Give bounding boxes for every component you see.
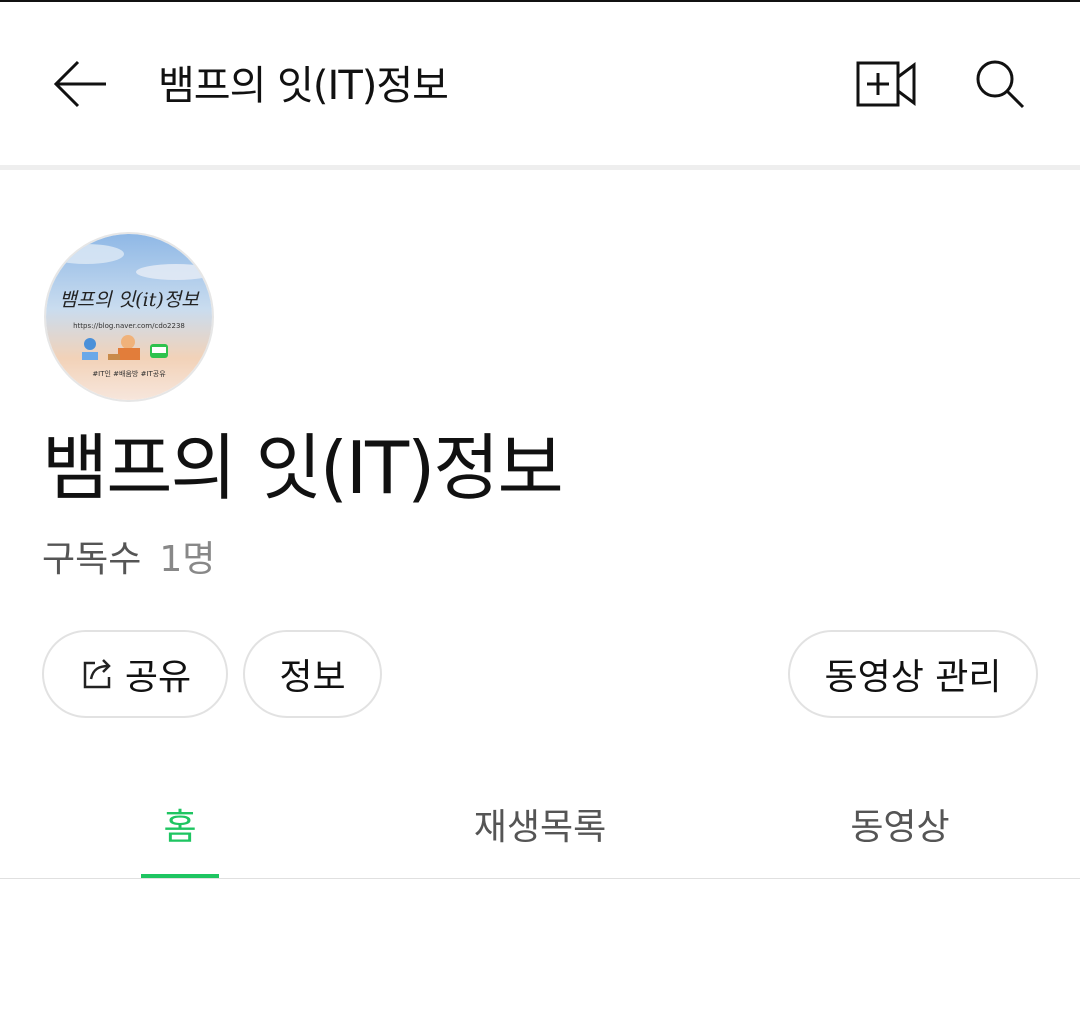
search-icon	[974, 58, 1026, 114]
search-button[interactable]	[968, 54, 1032, 118]
info-label: 정보	[279, 657, 346, 698]
header-divider	[0, 165, 1080, 170]
share-icon	[79, 655, 117, 693]
add-video-icon	[856, 59, 916, 113]
manage-videos-label: 동영상 관리	[824, 657, 1002, 698]
tabs-divider	[0, 878, 1080, 879]
tab-home[interactable]: 홈	[100, 770, 260, 878]
avatar-title-text: 뱀프의 잇(it)정보	[59, 289, 200, 311]
channel-tabs: 홈 재생목록 동영상	[0, 770, 1080, 878]
app-header: 뱀프의 잇(IT)정보	[0, 2, 1080, 165]
subscriber-info: 구독수 1명	[42, 534, 215, 586]
page-title: 뱀프의 잇(IT)정보	[158, 63, 449, 109]
info-button[interactable]: 정보	[243, 630, 382, 718]
tab-playlists[interactable]: 재생목록	[440, 770, 640, 878]
avatar-tags-text: #IT인 #배움방 #IT공유	[92, 369, 166, 378]
share-label: 공유	[124, 657, 192, 698]
channel-avatar[interactable]: 뱀프의 잇(it)정보 https://blog.naver.com/cdo22…	[44, 232, 214, 402]
add-video-button[interactable]	[854, 54, 918, 118]
back-button[interactable]	[48, 54, 112, 118]
avatar-url-text: https://blog.naver.com/cdo2238	[73, 322, 185, 330]
channel-name: 뱀프의 잇(IT)정보	[42, 426, 564, 510]
arrow-left-icon	[52, 56, 108, 116]
subscribers-count: 1명	[159, 539, 216, 580]
subscribers-label: 구독수	[42, 539, 142, 580]
manage-videos-button[interactable]: 동영상 관리	[788, 630, 1038, 718]
tab-videos[interactable]: 동영상	[820, 770, 980, 878]
share-button[interactable]: 공유	[42, 630, 228, 718]
